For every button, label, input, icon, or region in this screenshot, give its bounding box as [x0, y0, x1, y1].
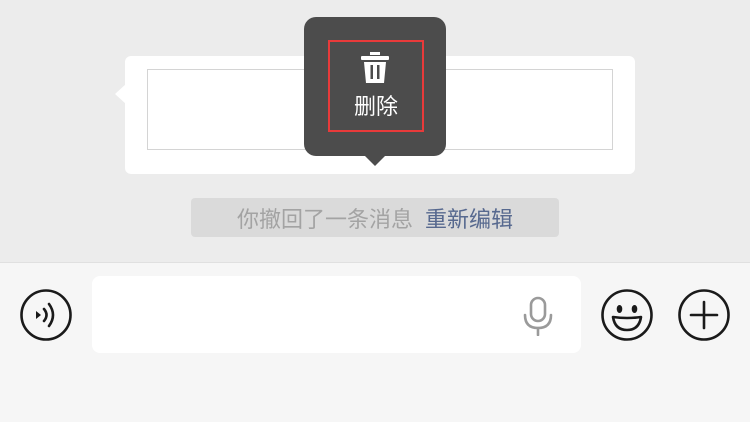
voice-icon[interactable] — [19, 288, 73, 342]
reedit-link[interactable]: 重新编辑 — [425, 202, 513, 234]
emoji-icon[interactable] — [600, 288, 654, 342]
plus-icon[interactable] — [677, 288, 731, 342]
delete-label: 删除 — [353, 95, 398, 120]
context-menu-arrow — [364, 155, 386, 166]
message-input[interactable] — [92, 276, 581, 353]
recall-notice-text: 你撤回了一条消息 — [236, 207, 413, 233]
trash-icon — [361, 52, 389, 83]
microphone-icon[interactable] — [522, 296, 554, 336]
recall-notice: 你撤回了一条消息 重新编辑 — [191, 198, 559, 237]
delete-menu-item[interactable]: 删除 — [328, 40, 424, 132]
